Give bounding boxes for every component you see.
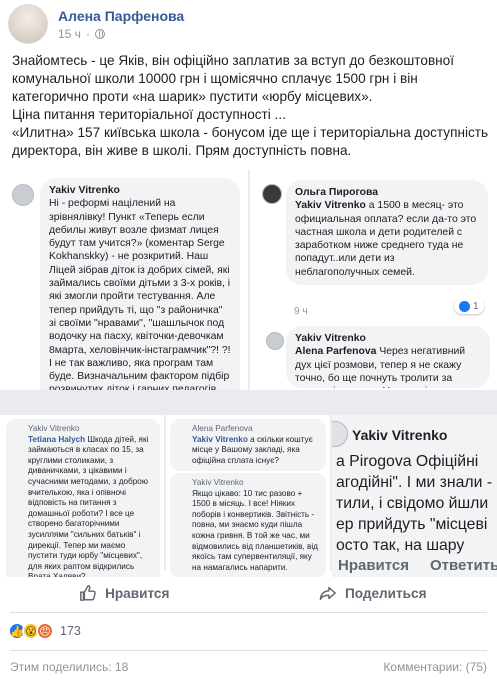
screenshot-2[interactable]: Ольга Пирогова Yakiv Vitrenko а 1500 в м… <box>250 170 497 390</box>
like-icon <box>459 300 470 312</box>
comment-like-badge: 1 <box>454 298 484 314</box>
comment-line: a Pirogova Офіційні <box>336 453 479 470</box>
shot-like-button[interactable]: Нравится <box>338 557 409 574</box>
reaction-count[interactable]: 173 <box>60 624 81 638</box>
comment-author[interactable]: Yakiv Vitrenko <box>192 478 320 489</box>
comment-author[interactable]: Yakiv Vitrenko <box>28 424 154 435</box>
screenshot-1[interactable]: Yakiv Vitrenko Ні - реформі націлений на… <box>0 170 248 390</box>
commenter-avatar <box>266 332 284 350</box>
comment-bubble: Alena Parfenova Yakiv Vitrenko а скільки… <box>170 419 326 472</box>
author-name[interactable]: Алена Парфенова <box>58 8 184 24</box>
globe-icon <box>94 28 105 39</box>
comment-text: Шкода дітей, які займаються в класах по … <box>28 434 149 577</box>
thumbs-up-icon <box>80 585 96 601</box>
author-avatar[interactable] <box>8 4 48 44</box>
post-text: Знайомтесь - це Яків, він офіційно запла… <box>12 52 490 160</box>
commenter-avatar <box>262 184 282 204</box>
like-count: 1 <box>473 300 479 312</box>
screenshot-4[interactable]: Alena Parfenova Yakiv Vitrenko а скільки… <box>166 415 330 577</box>
post-text-line: «Илитна» 157 київська школа - бонусом ід… <box>12 125 489 158</box>
comment-bubble: Yakiv Vitrenko Ні - реформі націлений на… <box>40 178 240 390</box>
comment-bubble: Yakiv Vitrenko Якщо цікаво: 10 тис разов… <box>170 473 326 577</box>
comment-mention[interactable]: Tetiana Halych <box>28 435 85 444</box>
comment-mention[interactable]: Yakiv Vitrenko <box>192 435 248 444</box>
post-header: Алена Парфенова 15 ч · <box>8 4 184 44</box>
share-button[interactable]: Поделиться <box>249 578 497 608</box>
comment-author[interactable]: Alena Parfenova <box>192 424 320 435</box>
comment-text: Якщо цікаво: 10 тис разово + 1500 в міся… <box>192 488 318 572</box>
post-footer: Этим поделились: 18 Комментарии: (75) <box>10 660 487 674</box>
post-time[interactable]: 15 ч <box>58 27 81 41</box>
share-arrow-icon <box>319 586 336 601</box>
post-actions: Нравится Поделиться <box>0 578 497 608</box>
comment-author[interactable]: Yakiv Vitrenko <box>295 332 481 345</box>
image-collage[interactable]: Yakiv Vitrenko Ні - реформі націлений на… <box>0 170 497 577</box>
comment-time: 9 ч <box>294 306 308 317</box>
comment-text: а 1500 в месяц- это официальная оплата? … <box>295 200 477 278</box>
reaction-summary[interactable]: 👍 😮 😠 173 <box>8 622 81 640</box>
comments-count[interactable]: Комментарии: (75) <box>383 660 487 674</box>
like-button[interactable]: Нравится <box>0 578 249 608</box>
comment-mention[interactable]: Yakiv Vitrenko <box>295 200 366 211</box>
post-meta: 15 ч · <box>58 27 184 41</box>
divider <box>10 650 487 651</box>
comment-mention[interactable]: Alena Parfenova <box>295 346 376 357</box>
comment-bubble: Ольга Пирогова Yakiv Vitrenko а 1500 в м… <box>286 180 488 286</box>
comment-line: агодійні". І ми знали - <box>336 474 493 491</box>
comment-line: тили, і свідомо йшли <box>336 495 489 512</box>
shot-reply-button[interactable]: Ответить <box>430 557 497 574</box>
screenshot-3[interactable]: Yakiv Vitrenko Tetiana Halych Шкода діте… <box>0 415 164 577</box>
comment-bubble: Yakiv Vitrenko Tetiana Halych Шкода діте… <box>6 419 160 577</box>
author-block: Алена Парфенова 15 ч · <box>58 8 184 41</box>
comment-author[interactable]: Ольга Пирогова <box>295 186 479 199</box>
post-text-line: Ціна питання територіальної доступності … <box>12 107 286 122</box>
commenter-avatar <box>12 184 34 206</box>
divider <box>10 612 487 613</box>
comment-line: осто так, на шару <box>336 537 465 554</box>
share-label: Поделиться <box>344 585 427 601</box>
like-label: Нравится <box>105 585 170 601</box>
comment-author[interactable]: Yakiv Vitrenko <box>49 184 231 197</box>
post-text-line: Знайомтесь - це Яків, він офіційно запла… <box>12 53 455 104</box>
screenshot-5[interactable]: Yakiv Vitrenko a Pirogova Офіційні агоді… <box>332 415 497 577</box>
comment-bubble: Yakiv Vitrenko Alena Parfenova Через нег… <box>286 326 490 388</box>
comment-line: ер прийдуть "місцеві <box>336 516 488 533</box>
comment-author[interactable]: Yakiv Vitrenko <box>352 425 447 446</box>
angry-reaction-icon: 😠 <box>36 622 54 640</box>
comment-text: Ні - реформі націлений на зрівнялівку! П… <box>49 198 231 390</box>
shares-count[interactable]: Этим поделились: 18 <box>10 660 128 674</box>
